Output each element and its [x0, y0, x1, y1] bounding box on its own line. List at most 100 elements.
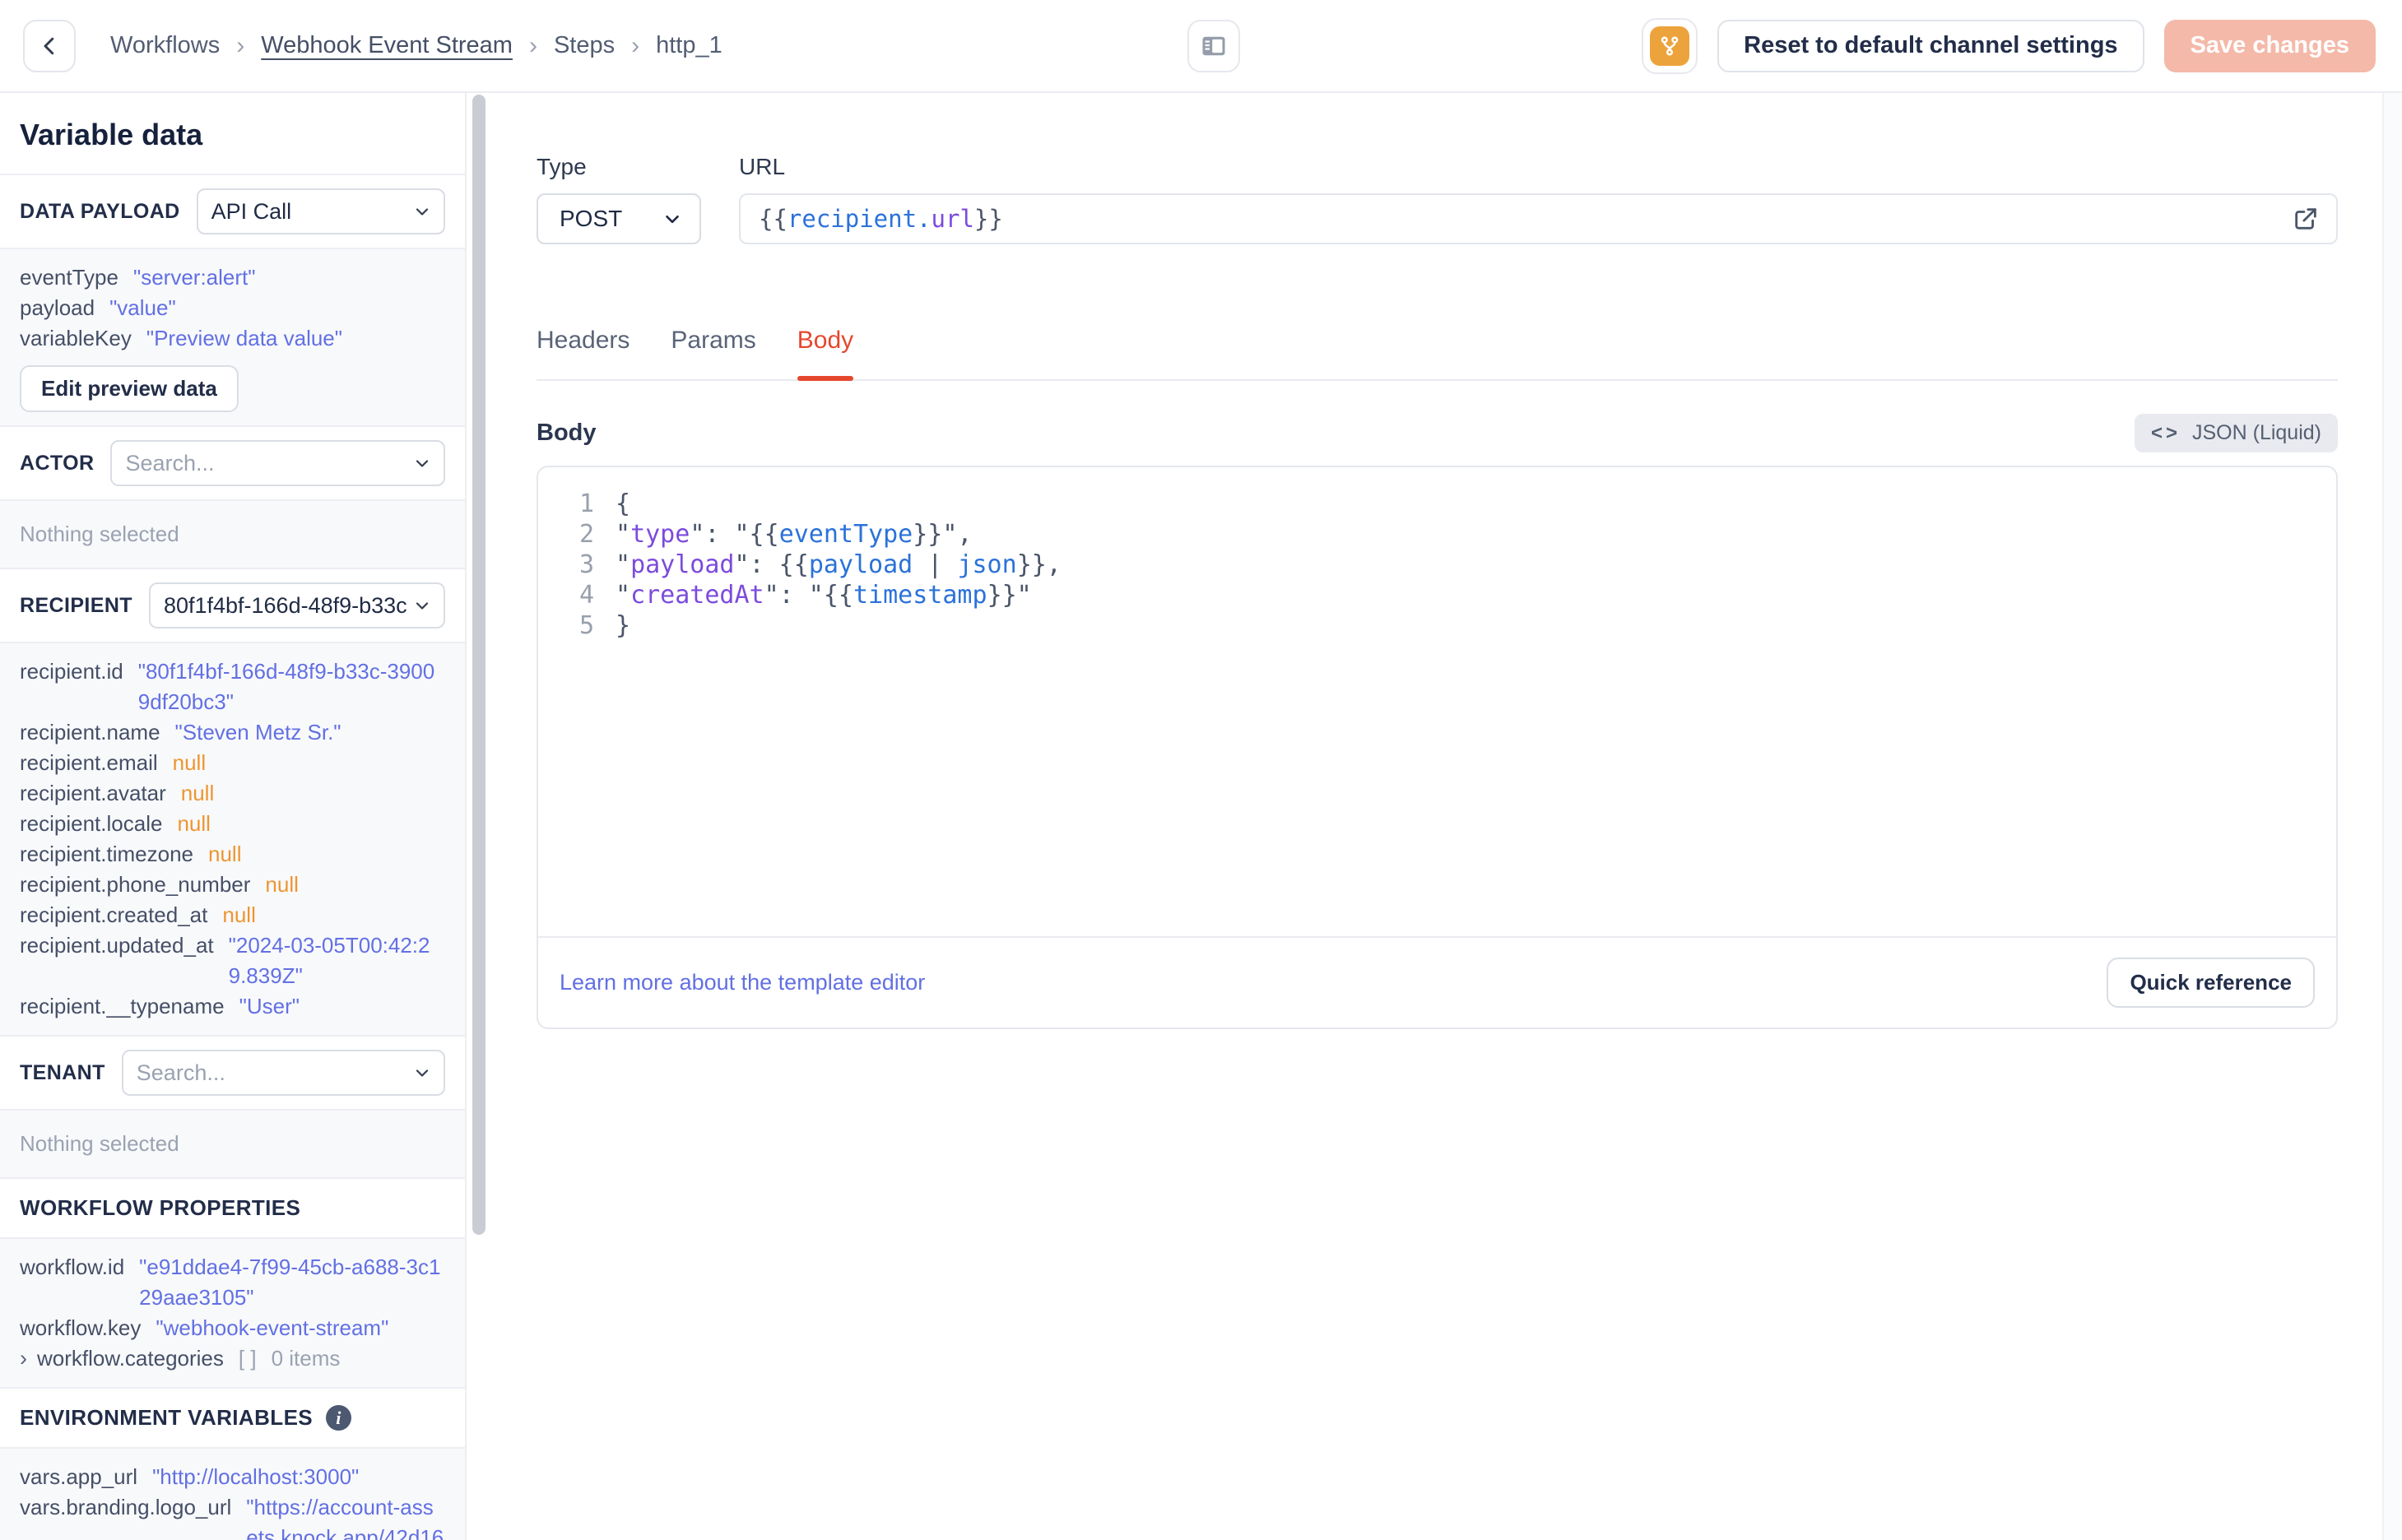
tab-headers[interactable]: Headers: [537, 327, 630, 379]
kv-row: recipient.__typename "User": [20, 991, 445, 1022]
reset-default-channel-settings-button[interactable]: Reset to default channel settings: [1717, 19, 2144, 72]
sidebar-toggle-button[interactable]: [1187, 20, 1240, 72]
chevron-left-icon: [37, 34, 62, 58]
kv-row: vars.branding.logo_url "https://account-a…: [20, 1492, 445, 1540]
actor-search-select[interactable]: Search...: [110, 440, 445, 486]
url-label: URL: [739, 154, 786, 179]
tenant-label: TENANT: [20, 1060, 105, 1084]
url-value: {{recipient.url}}: [759, 205, 1003, 233]
kv-value: "value": [109, 295, 176, 320]
kv-value: "server:alert": [132, 265, 256, 290]
kv-value: "Preview data value": [146, 326, 342, 350]
commit-changes-button[interactable]: [1642, 17, 1698, 74]
data-payload-row: DATA PAYLOAD API Call: [0, 175, 465, 249]
line-number: 2: [578, 520, 594, 549]
actor-row: ACTOR Search...: [0, 427, 465, 501]
chevron-down-icon: [412, 596, 432, 615]
code-area[interactable]: 1{2 "type": "{{eventType}}", 3 "payload": {…: [538, 467, 2336, 936]
kv-key: eventType: [20, 265, 118, 290]
code-line: 2 "type": "{{eventType}}",: [538, 519, 2336, 550]
back-button[interactable]: [23, 19, 76, 72]
environment-variables-header: ENVIRONMENT VARIABLES i: [0, 1389, 465, 1449]
code-icon: <>: [2150, 421, 2181, 444]
kv-value: null: [177, 811, 211, 836]
external-link-icon[interactable]: [2292, 205, 2320, 233]
sidebar-title: Variable data: [0, 93, 465, 175]
breadcrumb-item[interactable]: Workflows: [110, 32, 220, 59]
kv-row: recipient.name "Steven Metz Sr.": [20, 717, 445, 748]
kv-key: workflow.id: [20, 1255, 125, 1279]
kv-value: "e91ddae4-7f99-45cb-a688-3c129aae3105": [139, 1255, 441, 1310]
kv-key: recipient.timezone: [20, 842, 193, 866]
line-number: 1: [578, 489, 594, 518]
actor-empty-state: Nothing selected: [0, 501, 465, 569]
kv-row: recipient.id "80f1f4bf-166d-48f9-b33c-390…: [20, 656, 445, 717]
kv-count: 0 items: [271, 1346, 341, 1371]
kv-key: recipient.id: [20, 659, 123, 684]
data-payload-select[interactable]: API Call: [196, 188, 445, 234]
http-method-select[interactable]: POST: [537, 193, 701, 244]
kv-value: null: [222, 902, 256, 927]
kv-value: "https://account-assets.knock.app/42d161…: [246, 1495, 444, 1540]
kv-value: null: [208, 842, 242, 866]
tenant-row: TENANT Search...: [0, 1037, 465, 1111]
tenant-search-placeholder: Search...: [136, 1060, 225, 1085]
kv-row: recipient.timezone null: [20, 839, 445, 870]
chevron-down-icon: [412, 453, 432, 473]
sidebar-scrollbar-thumb[interactable]: [472, 95, 486, 1235]
actor-search-placeholder: Search...: [125, 450, 215, 475]
workflow-properties-label: WORKFLOW PROPERTIES: [20, 1195, 301, 1220]
info-icon[interactable]: i: [326, 1405, 352, 1431]
code-line: 1{: [538, 489, 2336, 519]
chevron-down-icon: [412, 1063, 432, 1083]
breadcrumb: Workflows › Webhook Event Stream › Steps › htt…: [110, 32, 722, 60]
kv-key: recipient.__typename: [20, 994, 225, 1018]
url-input[interactable]: {{recipient.url}}: [739, 193, 2338, 244]
tab-body[interactable]: Body: [797, 327, 854, 381]
code-line: 3 "payload": {{payload | json}},: [538, 550, 2336, 580]
tabs: Headers Params Body: [537, 327, 2338, 381]
tab-params[interactable]: Params: [671, 327, 755, 379]
body-section-header: Body <> JSON (Liquid): [537, 414, 2338, 452]
payload-fields-list: eventType "server:alert" payload "value" var…: [20, 262, 445, 354]
tenant-empty-state: Nothing selected: [0, 1111, 465, 1179]
breadcrumb-separator: ›: [528, 31, 537, 59]
tenant-search-select[interactable]: Search...: [121, 1050, 445, 1096]
kv-row: recipient.avatar null: [20, 778, 445, 809]
kv-row: payload "value": [20, 293, 445, 323]
breadcrumb-separator: ›: [631, 31, 640, 59]
chevron-down-icon: [662, 208, 683, 230]
variable-data-sidebar: Variable data DATA PAYLOAD API Call even…: [0, 93, 494, 1540]
recipient-fields-list: recipient.id "80f1f4bf-166d-48f9-b33c-390…: [0, 643, 465, 1037]
chevron-down-icon: [412, 202, 432, 221]
actor-label: ACTOR: [20, 451, 95, 475]
body-section-label: Body: [537, 420, 597, 446]
recipient-select[interactable]: 80f1f4bf-166d-48f9-b33c: [148, 582, 445, 629]
kv-value: "Steven Metz Sr.": [174, 720, 341, 744]
kv-row: eventType "server:alert": [20, 262, 445, 293]
main-scrollbar-track[interactable]: [2382, 93, 2402, 1540]
breadcrumb-separator: ›: [236, 31, 245, 59]
edit-preview-data-button[interactable]: Edit preview data: [20, 365, 239, 412]
line-number: 3: [578, 550, 594, 579]
save-changes-button[interactable]: Save changes: [2163, 19, 2376, 72]
kv-row-collapsible[interactable]: › workflow.categories [ ] 0 items: [20, 1343, 445, 1374]
breadcrumb-item[interactable]: Webhook Event Stream: [261, 32, 513, 59]
editor-footer: Learn more about the template editor Qui…: [538, 936, 2336, 1027]
kv-row: workflow.id "e91ddae4-7f99-45cb-a688-3c12…: [20, 1252, 445, 1313]
learn-more-link[interactable]: Learn more about the template editor: [560, 970, 925, 995]
language-badge-label: JSON (Liquid): [2192, 421, 2321, 444]
kv-value: "User": [239, 994, 300, 1018]
code-line: 4 "createdAt": "{{timestamp}}": [538, 580, 2336, 610]
kv-row: recipient.created_at null: [20, 900, 445, 930]
body-template-editor: 1{2 "type": "{{eventType}}", 3 "payload": {…: [537, 466, 2338, 1029]
kv-row: recipient.phone_number null: [20, 870, 445, 900]
step-editor-main: Type POST URL {{recipient.url}} Headers …: [494, 93, 2402, 1540]
kv-row: recipient.email null: [20, 748, 445, 778]
breadcrumb-item: http_1: [656, 32, 722, 58]
kv-key: payload: [20, 295, 95, 320]
type-label: Type: [537, 154, 587, 179]
quick-reference-button[interactable]: Quick reference: [2107, 958, 2315, 1008]
kv-row: recipient.locale null: [20, 809, 445, 839]
kv-value: "2024-03-05T00:42:29.839Z": [228, 933, 430, 988]
